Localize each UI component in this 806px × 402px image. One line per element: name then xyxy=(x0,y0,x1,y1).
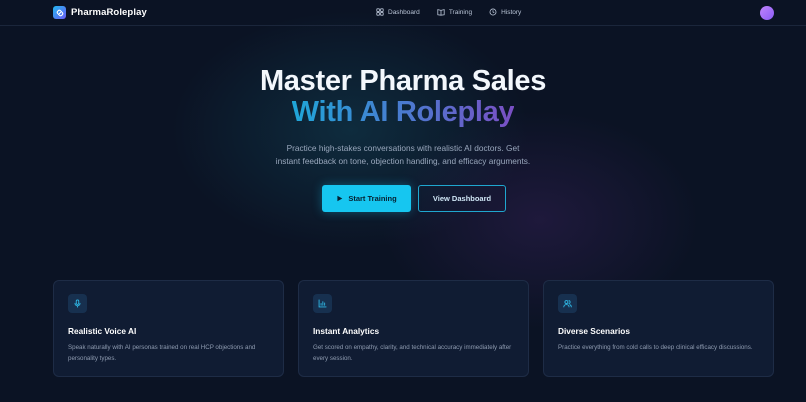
bar-chart-icon xyxy=(318,299,327,308)
hero-title: Master Pharma Sales xyxy=(259,65,547,97)
hero-title-gradient-text: With AI Roleplay xyxy=(291,96,515,128)
card-icon-box xyxy=(68,294,87,313)
logo-icon xyxy=(53,6,66,19)
feature-card-voice: Realistic Voice AI Speak naturally with … xyxy=(53,280,284,377)
card-icon-box xyxy=(313,294,332,313)
user-avatar[interactable] xyxy=(760,6,774,20)
hero-subtitle-line2: instant feedback on tone, objection hand… xyxy=(275,156,531,166)
dashboard-icon xyxy=(376,8,384,16)
feature-title: Realistic Voice AI xyxy=(68,326,137,336)
view-dashboard-button[interactable]: View Dashboard xyxy=(418,185,506,212)
hero-subtitle: Practice high-stakes conversations with … xyxy=(253,142,553,168)
start-training-label: Start Training xyxy=(348,194,397,203)
start-training-button[interactable]: Start Training xyxy=(322,185,411,212)
feature-card-scenarios: Diverse Scenarios Practice everything fr… xyxy=(543,280,774,377)
main-nav: Dashboard Training History xyxy=(376,8,521,16)
nav-dashboard-label: Dashboard xyxy=(388,8,420,16)
nav-training-label: Training xyxy=(448,8,473,16)
feature-description: Get scored on empathy, clarity, and tech… xyxy=(313,344,512,362)
feature-description: Speak naturally with AI personas trained… xyxy=(68,344,256,362)
hero-title-gradient: With AI Roleplay xyxy=(0,97,806,128)
nav-history-label: History xyxy=(501,8,522,16)
play-icon xyxy=(337,195,343,202)
feature-description: Practice everything from cold calls to d… xyxy=(558,344,753,351)
microphone-icon xyxy=(74,299,81,308)
feature-card-analytics: Instant Analytics Get scored on empathy,… xyxy=(298,280,529,377)
top-navbar: PharmaRoleplay Dashboard Training Histor… xyxy=(0,0,806,26)
view-dashboard-label: View Dashboard xyxy=(432,194,492,203)
hero-subtitle-line1: Practice high-stakes conversations with … xyxy=(286,143,520,153)
feature-title: Instant Analytics xyxy=(313,326,380,336)
nav-dashboard[interactable]: Dashboard xyxy=(376,8,420,16)
nav-history[interactable]: History xyxy=(489,8,521,16)
card-icon-box xyxy=(558,294,577,313)
book-icon xyxy=(437,9,445,16)
brand[interactable]: PharmaRoleplay xyxy=(53,6,147,19)
feature-title: Diverse Scenarios xyxy=(558,326,630,336)
hero-glow-cyan xyxy=(170,10,530,250)
users-icon xyxy=(563,300,572,308)
nav-training[interactable]: Training xyxy=(437,8,472,16)
brand-name: PharmaRoleplay xyxy=(71,7,147,18)
history-icon xyxy=(489,8,497,16)
